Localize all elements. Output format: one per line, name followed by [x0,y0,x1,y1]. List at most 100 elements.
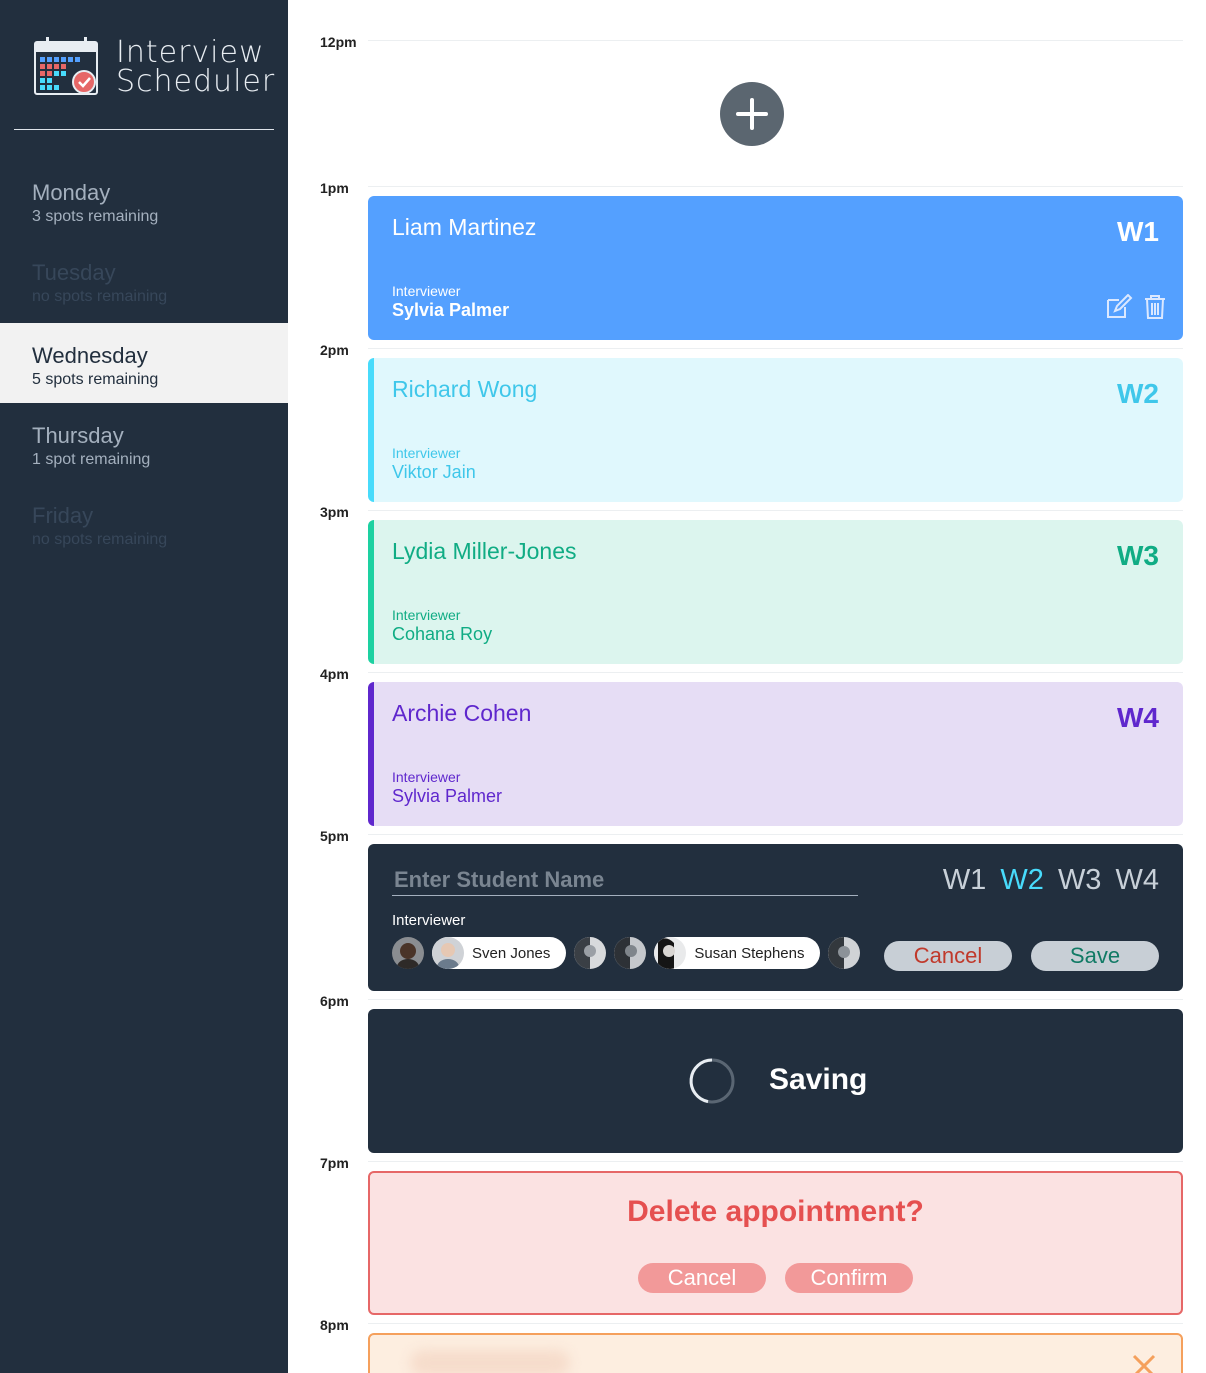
interviewer-name: Sylvia Palmer [392,786,503,806]
appointment-form: W1 W2 W3 W4 Interviewer Sven Jones [368,844,1183,991]
schedule: 12pm 1pm 2pm 3pm 4pm 5pm 6pm 7pm 8pm Lia… [288,0,1206,1373]
day-spots: 1 spot remaining [32,451,151,468]
spinner-icon [689,1058,735,1104]
interviewer-name: Sylvia Palmer [392,300,510,320]
hour-label: 2pm [320,342,349,358]
add-appointment-button[interactable] [720,82,784,146]
hour-label: 6pm [320,993,349,1009]
day-item-monday[interactable]: Monday 3 spots remaining [0,160,288,240]
hour-label: 3pm [320,504,349,520]
hour-label: 12pm [320,34,357,50]
sidebar-divider [14,129,274,130]
interviewer-option[interactable] [574,937,607,969]
hour-label: 4pm [320,666,349,682]
week-option-w2[interactable]: W2 [1000,864,1044,896]
day-name: Wednesday [32,343,148,368]
avatar [432,937,464,969]
appointment-card[interactable]: Liam Martinez W1 Interviewer Sylvia Palm… [368,196,1183,340]
day-name: Thursday [32,423,124,448]
interviewer-option-selected[interactable]: Sven Jones [432,937,567,969]
day-spots: no spots remaining [32,288,168,305]
hour-divider [368,348,1183,349]
hour-divider [368,1161,1183,1162]
avatar [392,937,424,969]
interviewer-list: Sven Jones Susan Stephens [392,937,868,969]
student-name-input[interactable] [392,864,858,896]
interviewer-label: Interviewer [392,607,461,623]
hour-divider [368,672,1183,673]
confirm-cancel-button[interactable]: Cancel [638,1263,766,1293]
form-cancel-button[interactable]: Cancel [884,941,1012,971]
app-root: Interview Scheduler Monday 3 spots remai… [0,0,1206,1373]
day-item-wednesday[interactable]: Wednesday 5 spots remaining [0,323,288,403]
day-spots: 5 spots remaining [32,371,159,388]
interviewer-option[interactable] [614,937,647,969]
sidebar: Interview Scheduler Monday 3 spots remai… [0,0,288,1373]
app-title: Interview Scheduler [116,35,276,99]
week-option-w1[interactable]: W1 [943,864,987,896]
confirm-delete-button[interactable]: Confirm [785,1263,913,1293]
close-icon[interactable] [1131,1353,1157,1373]
interviewer-option[interactable] [828,937,861,969]
app-title-line1: Interview [116,35,265,70]
confirm-message: Delete appointment? [627,1195,924,1228]
week-selector: W1 W2 W3 W4 [937,864,1159,897]
interviewer-label: Interviewer [392,769,461,785]
saving-status: Saving [368,1009,1183,1153]
student-name: Liam Martinez [392,214,537,240]
hour-divider [368,186,1183,187]
hour-label: 7pm [320,1155,349,1171]
interviewer-label: Interviewer [392,445,461,461]
trash-icon[interactable] [1143,294,1171,320]
student-name: Richard Wong [392,376,538,402]
week-label: W4 [1117,702,1159,733]
delete-confirm: Delete appointment? Cancel Confirm [368,1171,1183,1315]
hour-divider [368,1323,1183,1324]
day-item-friday[interactable]: Friday no spots remaining [0,483,288,563]
avatar [614,937,647,969]
error-card [368,1333,1183,1373]
interviewer-option-name: Sven Jones [472,944,551,962]
day-spots: no spots remaining [32,531,168,548]
hour-divider [368,40,1183,41]
day-name: Monday [32,180,111,205]
interviewer-option-selected[interactable]: Susan Stephens [654,937,821,969]
day-item-tuesday[interactable]: Tuesday no spots remaining [0,240,288,320]
hour-label: 8pm [320,1317,349,1333]
saving-text: Saving [769,1063,868,1096]
day-spots: 3 spots remaining [32,208,159,225]
student-name: Archie Cohen [392,700,532,726]
interviewer-name: Viktor Jain [392,462,476,482]
hour-divider [368,999,1183,1000]
hour-divider [368,834,1183,835]
interviewer-option-name: Susan Stephens [694,944,805,962]
day-name: Friday [32,503,94,528]
calendar-logo-icon [34,37,98,95]
avatar [828,937,861,969]
interviewer-label: Interviewer [392,283,461,299]
hour-label: 5pm [320,828,349,844]
interviewer-name: Cohana Roy [392,624,493,644]
week-label: W2 [1117,378,1159,409]
appointment-card[interactable]: Lydia Miller-Jones W3 Interviewer Cohana… [368,520,1183,664]
hour-label: 1pm [320,180,349,196]
interviewer-option[interactable] [392,937,424,969]
error-text-placeholder [410,1350,570,1373]
week-option-w4[interactable]: W4 [1116,864,1160,896]
edit-icon[interactable] [1105,293,1133,320]
avatar [574,937,607,969]
appointment-card[interactable]: Archie Cohen W4 Interviewer Sylvia Palme… [368,682,1183,826]
student-name: Lydia Miller-Jones [392,538,577,564]
brand: Interview Scheduler [34,36,275,98]
week-label: W1 [1117,216,1159,247]
week-option-w3[interactable]: W3 [1058,864,1102,896]
app-title-line2: Scheduler [116,64,276,99]
appointment-card[interactable]: Richard Wong W2 Interviewer Viktor Jain [368,358,1183,502]
form-save-button[interactable]: Save [1031,941,1159,971]
hour-divider [368,510,1183,511]
day-item-thursday[interactable]: Thursday 1 spot remaining [0,403,288,483]
avatar [654,937,687,969]
interviewer-list-label: Interviewer [392,912,466,929]
week-label: W3 [1117,540,1159,571]
day-name: Tuesday [32,260,116,285]
